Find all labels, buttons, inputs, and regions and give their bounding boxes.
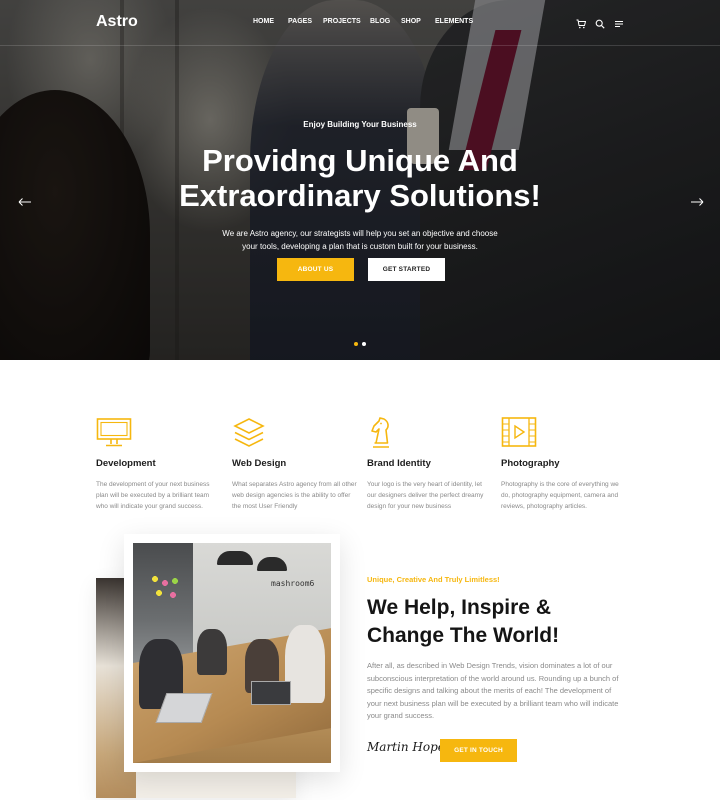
nav-item-blog[interactable]: BLOG: [370, 18, 390, 25]
feature-title: Brand Identity: [367, 458, 431, 469]
about-title: We Help, Inspire & Change The World!: [367, 596, 560, 647]
feature-development: Development The development of your next…: [96, 416, 221, 512]
nav-item-projects[interactable]: PROJECTS: [323, 18, 361, 25]
slider-dot-1[interactable]: [354, 342, 358, 346]
slider-dot-2[interactable]: [362, 342, 366, 346]
slider-next-arrow[interactable]: [690, 196, 704, 210]
about-office-photo: mashroom6: [133, 543, 331, 763]
photo-sticky-notes: [149, 573, 185, 609]
about-us-button[interactable]: ABOUT US: [277, 258, 354, 281]
photo-person: [285, 625, 325, 703]
feature-description: What separates Astro agency from all oth…: [232, 481, 357, 510]
get-in-touch-button[interactable]: GET IN TOUCH: [440, 739, 517, 762]
photo-lamp: [217, 551, 253, 565]
layers-icon: [232, 416, 266, 450]
feature-description: Photography is the core of everything we…: [501, 481, 619, 510]
film-play-icon: [501, 416, 537, 450]
signature: Martin Hope: [367, 740, 445, 754]
hero-title: Providng Unique And Extraordinary Soluti…: [179, 143, 541, 213]
feature-title: Photography: [501, 458, 560, 469]
hero-slider: Astro HOME PAGES PROJECTS BLOG SHOP ELEM…: [0, 0, 720, 360]
hero-description: We are Astro agency, our strategists wil…: [222, 229, 498, 251]
hero-kicker: Enjoy Building Your Business: [303, 120, 417, 129]
photo-wall-sign: mashroom6: [271, 579, 315, 588]
feature-description: Your logo is the very heart of identity,…: [367, 481, 484, 510]
menu-icon[interactable]: [614, 16, 624, 27]
feature-brand-identity: Brand Identity Your logo is the very hea…: [367, 416, 492, 512]
hero-buttons: ABOUT US GET STARTED: [277, 258, 445, 281]
feature-title: Web Design: [232, 458, 287, 469]
feature-description: The development of your next business pl…: [96, 481, 210, 510]
about-text: Unique, Creative And Truly Limitless! We…: [367, 575, 623, 723]
nav-item-pages[interactable]: PAGES: [288, 18, 312, 25]
slider-dots: [354, 342, 366, 346]
hero-content: Enjoy Building Your Business Providng Un…: [0, 120, 720, 253]
slider-prev-arrow[interactable]: [18, 196, 32, 210]
site-logo[interactable]: Astro: [96, 13, 138, 31]
nav-item-elements[interactable]: ELEMENTS: [435, 18, 473, 25]
about-description: After all, as described in Web Design Tr…: [367, 661, 619, 721]
photo-lamp: [257, 557, 287, 571]
nav-item-shop[interactable]: SHOP: [401, 18, 421, 25]
feature-web-design: Web Design What separates Astro agency f…: [232, 416, 357, 512]
photo-person: [197, 629, 227, 675]
photo-laptop: [251, 681, 291, 705]
top-navigation: Astro HOME PAGES PROJECTS BLOG SHOP ELEM…: [0, 0, 720, 46]
feature-title: Development: [96, 458, 156, 469]
monitor-icon: [96, 416, 132, 450]
cart-icon[interactable]: [576, 16, 587, 29]
about-photo-card: mashroom6: [124, 534, 340, 772]
get-started-button[interactable]: GET STARTED: [368, 258, 445, 281]
nav-item-home[interactable]: HOME: [253, 18, 274, 25]
feature-photography: Photography Photography is the core of e…: [501, 416, 626, 512]
chess-knight-icon: [367, 416, 401, 450]
search-icon[interactable]: [595, 16, 605, 29]
nav-icon-group: [576, 16, 624, 29]
about-kicker: Unique, Creative And Truly Limitless!: [367, 575, 500, 584]
